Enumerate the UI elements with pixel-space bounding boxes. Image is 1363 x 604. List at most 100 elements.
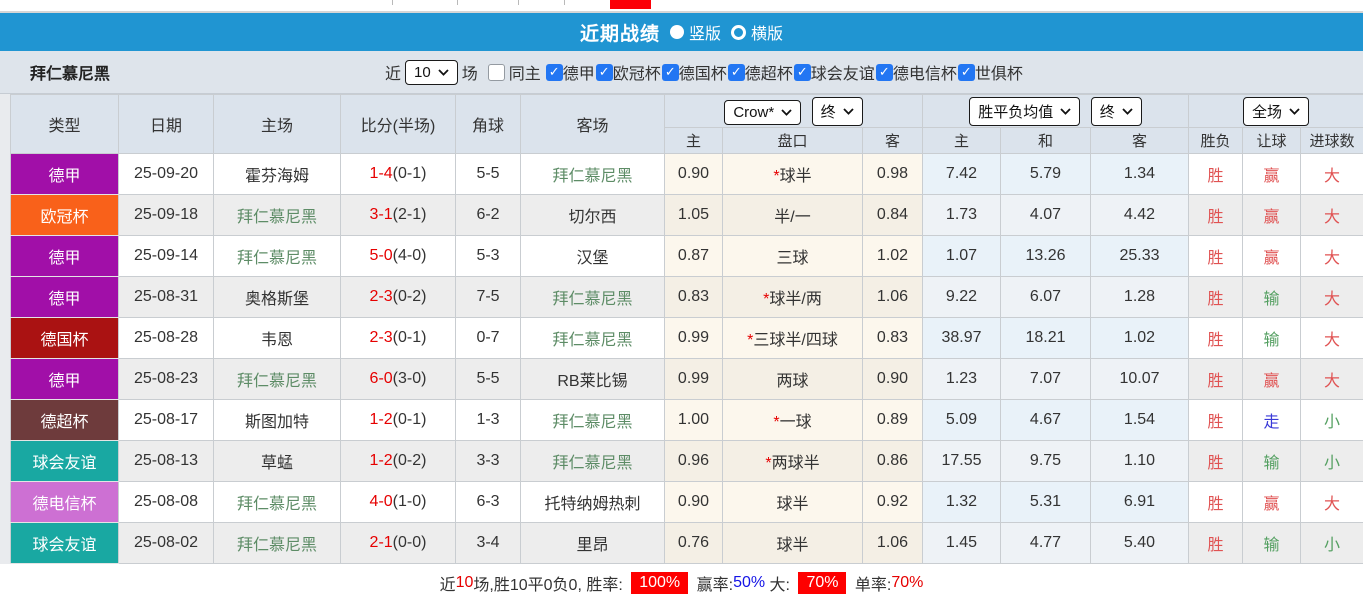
asian-away-odds: 0.92 bbox=[863, 482, 923, 523]
match-row: 德甲25-09-20霍芬海姆1-4(0-1)5-5拜仁慕尼黑0.90*球半0.9… bbox=[11, 154, 1363, 195]
recent-count-select[interactable]: 10 bbox=[405, 60, 458, 85]
handicap-outcome: 赢 bbox=[1243, 359, 1301, 400]
summary-segment: 70% bbox=[891, 574, 923, 592]
league-checkbox[interactable]: ✓ bbox=[794, 64, 811, 81]
league-checkbox[interactable]: ✓ bbox=[662, 64, 679, 81]
half-score: (0-1) bbox=[393, 329, 427, 346]
goals-outcome: 大 bbox=[1301, 236, 1363, 277]
corners: 7-5 bbox=[456, 277, 521, 318]
europe-draw-odds: 7.07 bbox=[1001, 359, 1091, 400]
europe-period-select[interactable]: 终 bbox=[1091, 97, 1142, 126]
match-row: 欧冠杯25-09-18拜仁慕尼黑3-1(2-1)6-2切尔西1.05半/一0.8… bbox=[11, 195, 1363, 236]
col-header-corners: 角球 bbox=[456, 95, 521, 154]
corners: 1-3 bbox=[456, 400, 521, 441]
recent-prefix-label: 近 bbox=[385, 60, 401, 84]
handicap-star: * bbox=[773, 414, 779, 431]
handicap-outcome: 赢 bbox=[1243, 195, 1301, 236]
asian-handicap: *三球半/四球 bbox=[723, 318, 863, 359]
league-checkbox[interactable]: ✓ bbox=[596, 64, 613, 81]
top-red-tab[interactable] bbox=[610, 0, 651, 9]
europe-away-odds: 25.33 bbox=[1091, 236, 1189, 277]
score-cell: 3-1(2-1) bbox=[341, 195, 456, 236]
home-team: 拜仁慕尼黑 bbox=[214, 195, 341, 236]
radio-unselected-icon[interactable] bbox=[731, 25, 746, 40]
half-score: (2-1) bbox=[393, 206, 427, 223]
home-team: 奥格斯堡 bbox=[214, 277, 341, 318]
league-filter-item: ✓世俱杯 bbox=[958, 60, 1023, 84]
score-cell: 2-3(0-1) bbox=[341, 318, 456, 359]
asian-handicap: 两球 bbox=[723, 359, 863, 400]
goals-outcome: 小 bbox=[1301, 441, 1363, 482]
league-filter-item: ✓欧冠杯 bbox=[596, 60, 661, 84]
chevron-down-icon bbox=[1060, 108, 1071, 115]
goals-outcome: 大 bbox=[1301, 359, 1363, 400]
half-score: (4-0) bbox=[393, 247, 427, 264]
filter-bar: 拜仁慕尼黑 近 10 场 同主 ✓德甲✓欧冠杯✓德国杯✓德超杯✓球会友谊✓德电信… bbox=[0, 51, 1363, 94]
match-row: 德电信杯25-08-08拜仁慕尼黑4-0(1-0)6-3托特纳姆热刺0.90球半… bbox=[11, 482, 1363, 523]
league-checkbox[interactable]: ✓ bbox=[728, 64, 745, 81]
handicap-outcome: 输 bbox=[1243, 523, 1301, 564]
match-date: 25-08-31 bbox=[119, 277, 214, 318]
col-header-europe-draw: 和 bbox=[1001, 128, 1091, 154]
col-header-date: 日期 bbox=[119, 95, 214, 154]
match-date: 25-09-18 bbox=[119, 195, 214, 236]
result-scope-select[interactable]: 全场 bbox=[1243, 97, 1309, 126]
half-score: (0-1) bbox=[393, 165, 427, 182]
results-table-area: 类型 日期 主场 比分(半场) 角球 客场 Crow* 终 胜平负均值 bbox=[0, 94, 1363, 564]
away-team: 切尔西 bbox=[521, 195, 665, 236]
league-filter-item: ✓球会友谊 bbox=[794, 60, 875, 84]
match-date: 25-08-02 bbox=[119, 523, 214, 564]
europe-away-odds: 1.02 bbox=[1091, 318, 1189, 359]
asian-period-select[interactable]: 终 bbox=[812, 97, 863, 126]
half-score: (3-0) bbox=[393, 370, 427, 387]
full-score: 1-2 bbox=[370, 411, 393, 428]
league-checkbox[interactable]: ✓ bbox=[546, 64, 563, 81]
asian-home-odds: 0.99 bbox=[665, 318, 723, 359]
radio-selected-icon[interactable] bbox=[670, 25, 684, 39]
handicap-outcome: 赢 bbox=[1243, 482, 1301, 523]
match-date: 25-08-23 bbox=[119, 359, 214, 400]
league-badge: 德国杯 bbox=[11, 318, 119, 359]
col-header-europe-home: 主 bbox=[923, 128, 1001, 154]
bookmaker-select[interactable]: Crow* bbox=[724, 100, 801, 125]
goals-outcome: 小 bbox=[1301, 400, 1363, 441]
league-badge: 球会友谊 bbox=[11, 441, 119, 482]
asian-home-odds: 0.76 bbox=[665, 523, 723, 564]
result-scope-select-value: 全场 bbox=[1252, 101, 1282, 122]
home-team: 拜仁慕尼黑 bbox=[214, 359, 341, 400]
asian-home-odds: 0.96 bbox=[665, 441, 723, 482]
full-score: 1-4 bbox=[370, 165, 393, 182]
asian-handicap: *一球 bbox=[723, 400, 863, 441]
same-host-checkbox[interactable] bbox=[488, 64, 505, 81]
match-row: 德甲25-08-31奥格斯堡2-3(0-2)7-5拜仁慕尼黑0.83*球半/两1… bbox=[11, 277, 1363, 318]
view-option-horizontal[interactable]: 横版 bbox=[731, 20, 783, 44]
europe-home-odds: 1.07 bbox=[923, 236, 1001, 277]
col-header-handicap: 盘口 bbox=[723, 128, 863, 154]
europe-home-odds: 1.45 bbox=[923, 523, 1001, 564]
view-option-vertical[interactable]: 竖版 bbox=[670, 20, 721, 44]
match-date: 25-08-17 bbox=[119, 400, 214, 441]
asian-home-odds: 1.05 bbox=[665, 195, 723, 236]
league-checkbox[interactable]: ✓ bbox=[958, 64, 975, 81]
europe-home-odds: 1.73 bbox=[923, 195, 1001, 236]
europe-away-odds: 1.34 bbox=[1091, 154, 1189, 195]
europe-home-odds: 1.32 bbox=[923, 482, 1001, 523]
league-checkbox-label: 球会友谊 bbox=[811, 60, 875, 84]
league-badge: 德电信杯 bbox=[11, 482, 119, 523]
col-header-outcome: 胜负 bbox=[1189, 128, 1243, 154]
top-divider-tick bbox=[457, 0, 458, 5]
summary-segment: 100% bbox=[631, 572, 688, 594]
league-filter-item: ✓德甲 bbox=[546, 60, 595, 84]
score-cell: 6-0(3-0) bbox=[341, 359, 456, 400]
filter-controls: 近 10 场 同主 ✓德甲✓欧冠杯✓德国杯✓德超杯✓球会友谊✓德电信杯✓世俱杯 bbox=[385, 60, 1023, 85]
corners: 5-5 bbox=[456, 154, 521, 195]
chevron-down-icon bbox=[438, 69, 449, 76]
asian-handicap: 球半 bbox=[723, 482, 863, 523]
league-checkbox[interactable]: ✓ bbox=[876, 64, 893, 81]
top-divider-tick bbox=[564, 0, 565, 5]
full-score: 5-0 bbox=[370, 247, 393, 264]
away-team: 拜仁慕尼黑 bbox=[521, 154, 665, 195]
match-row: 德甲25-09-14拜仁慕尼黑5-0(4-0)5-3汉堡0.87三球1.021.… bbox=[11, 236, 1363, 277]
handicap-outcome: 赢 bbox=[1243, 154, 1301, 195]
europe-odds-select[interactable]: 胜平负均值 bbox=[969, 97, 1080, 126]
